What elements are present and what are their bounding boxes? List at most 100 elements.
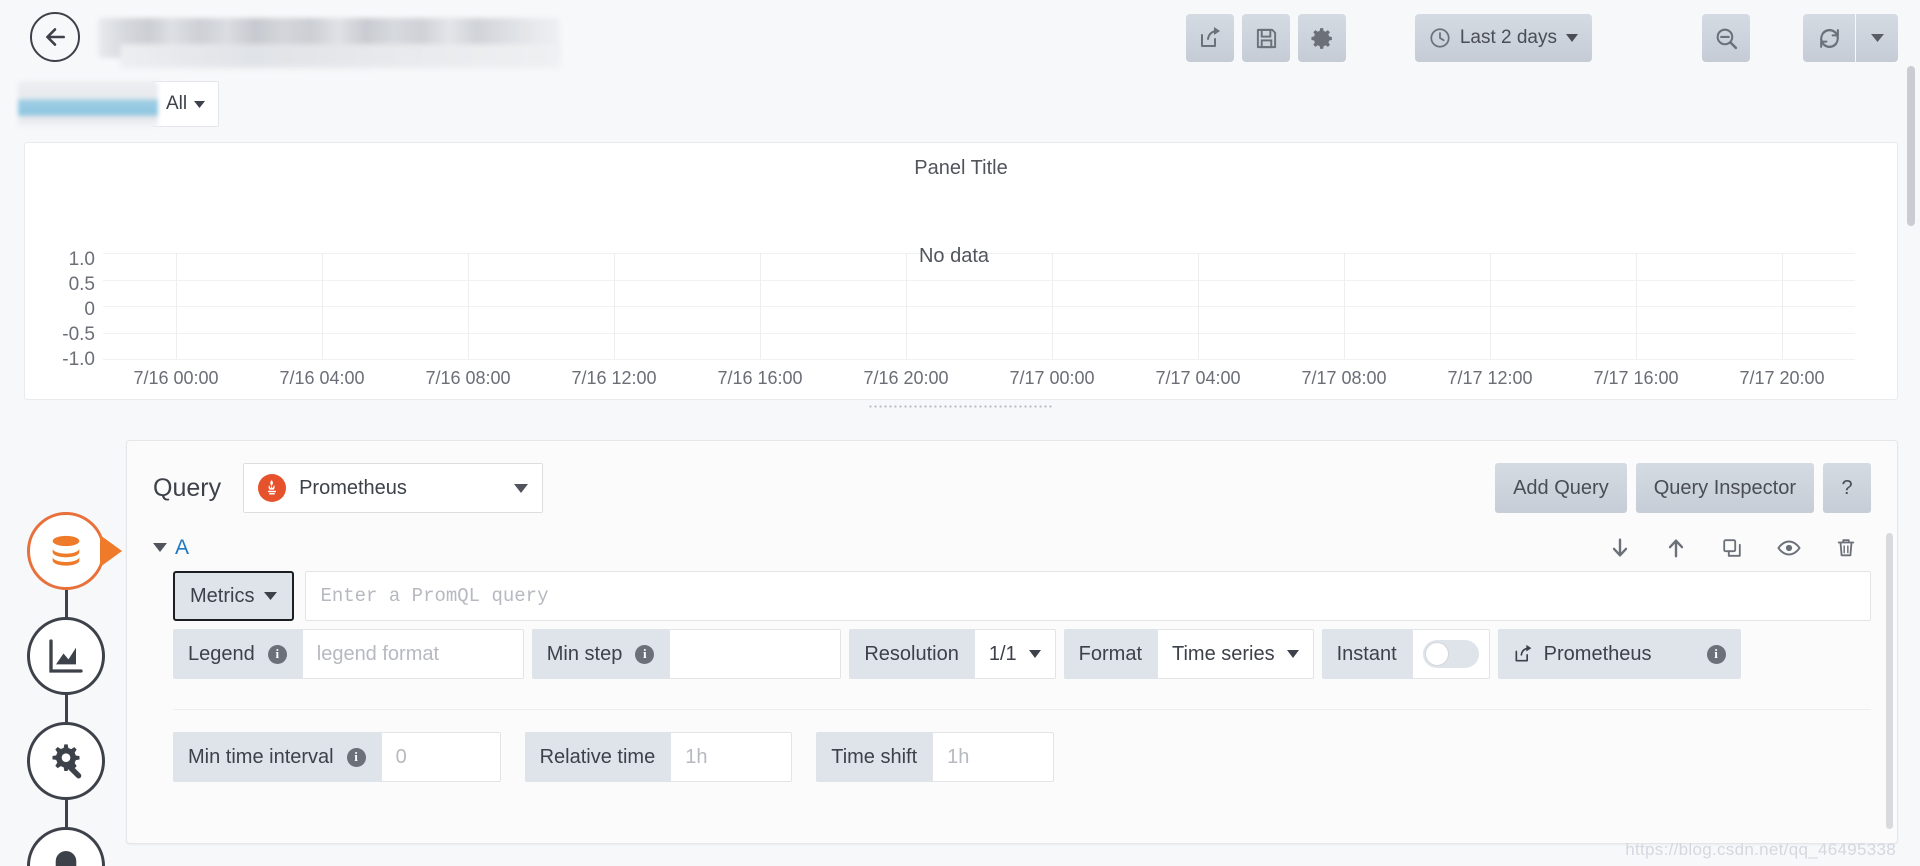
refresh-group bbox=[1803, 14, 1898, 62]
gridline-vertical bbox=[1052, 253, 1053, 359]
info-icon[interactable]: i bbox=[635, 644, 655, 664]
zoom-out-group bbox=[1702, 14, 1750, 62]
time-shift-label: Time shift bbox=[816, 732, 933, 782]
prometheus-external-link[interactable]: Prometheus i bbox=[1497, 629, 1741, 679]
y-tick: -1.0 bbox=[62, 349, 95, 370]
query-header-actions: Add Query Query Inspector ? bbox=[1495, 463, 1871, 513]
top-navbar: All Last 2 days bbox=[0, 0, 1920, 127]
time-range-picker[interactable]: Last 2 days bbox=[1414, 14, 1602, 62]
x-tick: 7/16 08:00 bbox=[425, 368, 511, 388]
info-icon[interactable]: i bbox=[346, 747, 366, 767]
zoom-out-button[interactable] bbox=[1702, 14, 1750, 62]
x-tick: 7/17 00:00 bbox=[1009, 368, 1095, 388]
datasource-link-field: Prometheus i bbox=[1497, 629, 1741, 679]
query-editor-header: Query Prometheus Add Query Query Inspect… bbox=[127, 441, 1897, 525]
toggle-query-visibility-icon[interactable] bbox=[1777, 536, 1801, 560]
query-refid-label: A bbox=[175, 536, 190, 559]
collapse-query-icon[interactable] bbox=[153, 541, 167, 555]
move-query-up-icon[interactable] bbox=[1665, 537, 1687, 559]
min-time-interval-label: Min time interval bbox=[188, 745, 334, 768]
min-time-interval-input[interactable]: 0 bbox=[380, 732, 501, 782]
gridline-vertical bbox=[468, 253, 469, 359]
legend-format-input[interactable]: legend format bbox=[301, 629, 524, 679]
gridline-vertical bbox=[1198, 253, 1199, 359]
time-range-button[interactable]: Last 2 days bbox=[1414, 14, 1592, 62]
refresh-interval-dropdown[interactable] bbox=[1856, 14, 1898, 62]
x-tick: 7/17 12:00 bbox=[1447, 368, 1533, 388]
save-dashboard-button[interactable] bbox=[1242, 14, 1290, 62]
instant-field: Instant bbox=[1321, 629, 1490, 679]
format-select[interactable]: Time series bbox=[1157, 629, 1314, 679]
sidebar-tab-general[interactable] bbox=[27, 722, 105, 800]
query-inspector-button[interactable]: Query Inspector bbox=[1635, 463, 1814, 513]
x-tick: 7/17 08:00 bbox=[1301, 368, 1387, 388]
min-step-input[interactable] bbox=[669, 629, 842, 679]
query-row-header: A bbox=[127, 525, 1897, 571]
page-scrollbar-thumb[interactable] bbox=[1907, 66, 1915, 226]
gear-icon bbox=[1310, 27, 1332, 49]
query-editor-card: Query Prometheus Add Query Query Inspect… bbox=[126, 440, 1898, 844]
gridline-vertical bbox=[906, 253, 907, 359]
chevron-down-icon bbox=[194, 100, 206, 108]
sidebar-tab-queries[interactable] bbox=[27, 512, 105, 590]
y-tick: -0.5 bbox=[62, 324, 95, 345]
save-disk-icon bbox=[1256, 28, 1276, 48]
grafana-panel-editor: All Last 2 days Panel Title 1.0 0.5 0 -0… bbox=[0, 0, 1920, 866]
back-to-dashboard-button[interactable] bbox=[30, 12, 80, 62]
template-variable-value: All bbox=[166, 93, 188, 114]
gridline-vertical bbox=[1490, 253, 1491, 359]
share-dashboard-button[interactable] bbox=[1186, 14, 1234, 62]
remove-query-icon[interactable] bbox=[1835, 537, 1857, 559]
resolution-select[interactable]: 1/1 bbox=[973, 629, 1056, 679]
graph-gridlines bbox=[103, 253, 1855, 360]
page-scrollbar[interactable] bbox=[1904, 66, 1918, 866]
query-editor-scrollbar[interactable] bbox=[1886, 533, 1893, 829]
sidebar-tab-visualization[interactable] bbox=[27, 617, 105, 695]
gear-wrench-icon bbox=[52, 744, 82, 779]
refresh-button[interactable] bbox=[1803, 14, 1855, 62]
no-data-message: No data bbox=[918, 245, 990, 267]
query-help-button[interactable]: ? bbox=[1823, 463, 1871, 513]
instant-toggle[interactable] bbox=[1411, 629, 1490, 679]
x-tick: 7/17 20:00 bbox=[1739, 368, 1825, 388]
x-axis-tick-labels: 7/16 00:00 7/16 04:00 7/16 08:00 7/16 12:00… bbox=[103, 368, 1855, 392]
graph-plot-area[interactable]: 1.0 0.5 0 -0.5 -1.0 No data 7/16 00:00 7/… bbox=[25, 193, 1883, 399]
format-field: Format Time series bbox=[1063, 629, 1314, 679]
move-query-down-icon[interactable] bbox=[1609, 537, 1631, 559]
gridline-vertical bbox=[322, 253, 323, 359]
dashboard-settings-button[interactable] bbox=[1298, 14, 1346, 62]
toggle-track bbox=[1422, 640, 1479, 668]
x-tick: 7/16 16:00 bbox=[717, 368, 803, 388]
sidebar-tab-alert[interactable] bbox=[27, 827, 105, 866]
info-icon[interactable]: i bbox=[1706, 644, 1726, 664]
relative-time-input[interactable]: 1h bbox=[670, 732, 793, 782]
bell-icon bbox=[55, 850, 77, 866]
y-tick: 0.5 bbox=[68, 274, 95, 295]
format-value: Time series bbox=[1172, 642, 1275, 665]
instant-label: Instant bbox=[1321, 629, 1412, 679]
add-query-button[interactable]: Add Query bbox=[1495, 463, 1627, 513]
magnifier-minus-icon bbox=[1716, 28, 1737, 49]
gridline-vertical bbox=[1344, 253, 1345, 359]
metrics-browser-button[interactable]: Metrics bbox=[173, 571, 295, 621]
template-variable-redacted[interactable] bbox=[18, 81, 158, 127]
query-options-row: Legend i legend format Min step i Resolu… bbox=[173, 629, 1871, 679]
chevron-down-icon bbox=[264, 592, 278, 600]
promql-query-input[interactable]: Enter a PromQL query bbox=[305, 571, 1871, 621]
prometheus-logo-icon bbox=[258, 474, 287, 502]
datasource-picker[interactable]: Prometheus bbox=[243, 463, 544, 513]
panel-resize-handle[interactable] bbox=[868, 404, 1052, 410]
panel-editor-tabs bbox=[27, 512, 105, 866]
time-shift-input[interactable]: 1h bbox=[932, 732, 1055, 782]
y-tick: 0 bbox=[84, 299, 95, 320]
resolution-value: 1/1 bbox=[988, 642, 1017, 665]
min-step-label: Min step bbox=[546, 642, 623, 665]
resolution-label: Resolution bbox=[849, 629, 974, 679]
duplicate-query-icon[interactable] bbox=[1721, 537, 1743, 559]
chevron-down-icon bbox=[1286, 650, 1299, 658]
info-icon[interactable]: i bbox=[267, 644, 287, 664]
template-variables-row: All bbox=[18, 80, 220, 128]
gridline-horizontal bbox=[103, 306, 1855, 307]
template-variable-value-picker[interactable]: All bbox=[152, 81, 220, 127]
query-row-actions bbox=[1609, 536, 1871, 560]
